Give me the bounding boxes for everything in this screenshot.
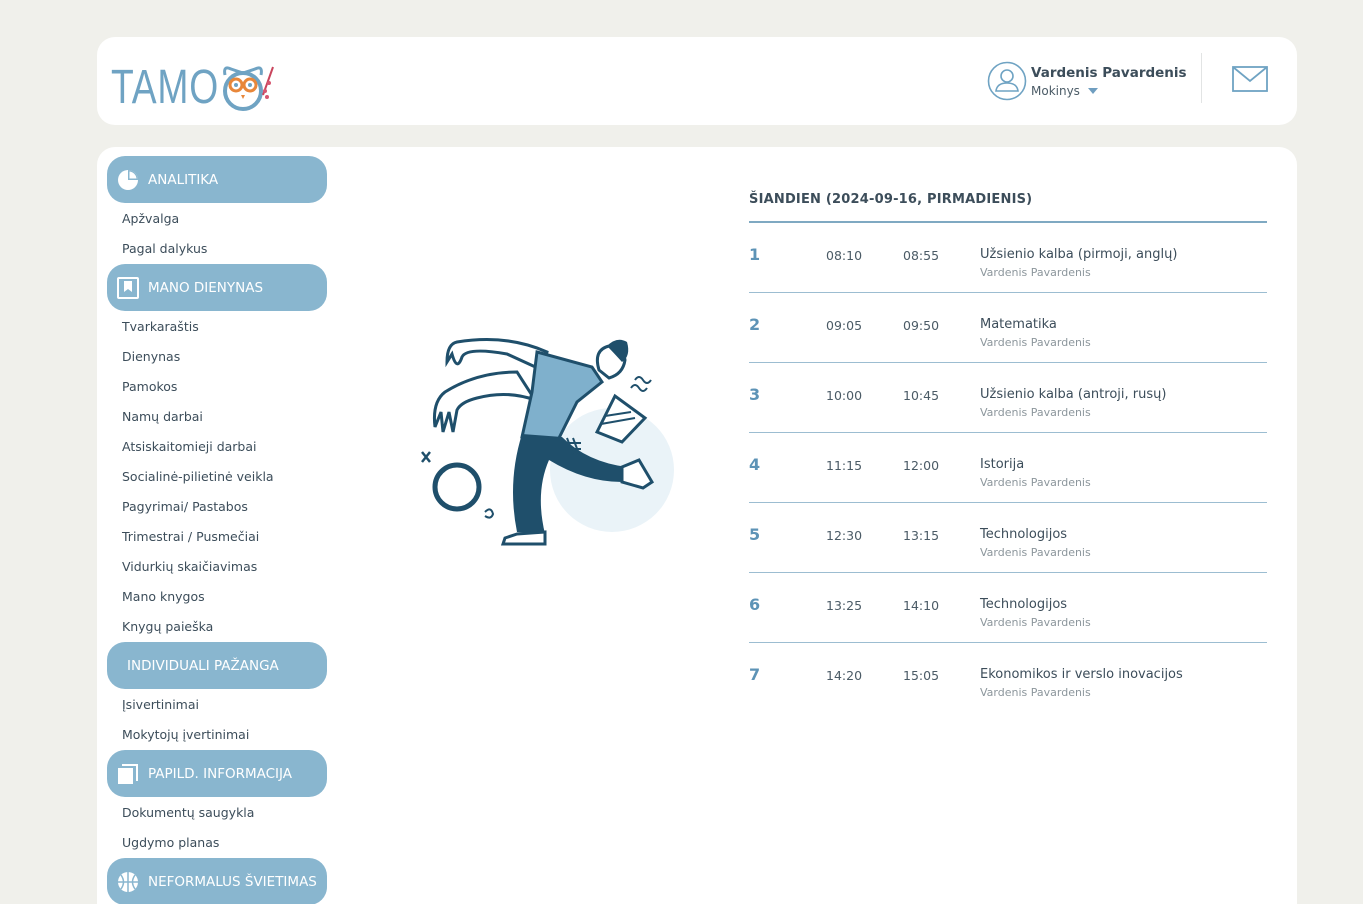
tamo-logo[interactable]: TAMO xyxy=(111,55,275,114)
lesson-start: 13:25 xyxy=(826,598,863,613)
schedule-title: ŠIANDIEN (2024-09-16, PIRMADIENIS) xyxy=(749,192,1033,207)
lesson-row[interactable]: 5 12:30 13:15 Technologijos Vardenis Pav… xyxy=(749,503,1267,573)
lesson-row[interactable]: 1 08:10 08:55 Užsienio kalba (pirmoji, a… xyxy=(749,223,1267,293)
lesson-number: 1 xyxy=(749,245,761,264)
lesson-start: 10:00 xyxy=(826,388,863,403)
lesson-end: 12:00 xyxy=(903,458,940,473)
lesson-number: 7 xyxy=(749,665,761,684)
sidebar-item-apzvalga[interactable]: Apžvalga xyxy=(107,204,327,234)
lesson-row[interactable]: 4 11:15 12:00 Istorija Vardenis Pavarden… xyxy=(749,433,1267,503)
lesson-teacher: Vardenis Pavardenis xyxy=(980,266,1091,279)
sidebar-item-socialine-pilietine-veikla[interactable]: Socialinė-pilietinė veikla xyxy=(107,462,327,492)
lesson-end: 08:55 xyxy=(903,248,940,263)
user-menu[interactable]: Vardenis Pavardenis Mokinys xyxy=(987,59,1187,103)
user-name: Vardenis Pavardenis xyxy=(1031,64,1187,81)
sidebar-item-dokumentu-saugykla[interactable]: Dokumentų saugykla xyxy=(107,798,327,828)
lesson-start: 08:10 xyxy=(826,248,863,263)
lesson-row[interactable]: 7 14:20 15:05 Ekonomikos ir verslo inova… xyxy=(749,643,1267,713)
lesson-subject: Matematika xyxy=(980,317,1057,332)
lesson-row[interactable]: 3 10:00 10:45 Užsienio kalba (antroji, r… xyxy=(749,363,1267,433)
lesson-start: 12:30 xyxy=(826,528,863,543)
lesson-teacher: Vardenis Pavardenis xyxy=(980,686,1091,699)
lesson-start: 14:20 xyxy=(826,668,863,683)
lesson-number: 4 xyxy=(749,455,761,474)
dancing-person-illustration xyxy=(421,338,674,546)
lesson-end: 13:15 xyxy=(903,528,940,543)
section-label: MANO DIENYNAS xyxy=(148,279,264,296)
lesson-number: 2 xyxy=(749,315,761,334)
section-label: NEFORMALUS ŠVIETIMAS xyxy=(148,873,317,890)
lesson-number: 6 xyxy=(749,595,761,614)
sidebar: ANALITIKA Apžvalga Pagal dalykus MANO DI… xyxy=(107,156,327,904)
sidebar-section-mano-dienynas[interactable]: MANO DIENYNAS xyxy=(107,264,327,311)
sidebar-item-isivertinimai[interactable]: Įsivertinimai xyxy=(107,690,327,720)
sidebar-item-tvarkarastis[interactable]: Tvarkaraštis xyxy=(107,312,327,342)
lesson-start: 09:05 xyxy=(826,318,863,333)
user-avatar-icon xyxy=(987,61,1027,101)
basketball-icon xyxy=(118,871,138,892)
lesson-number: 3 xyxy=(749,385,761,404)
section-label: INDIVIDUALI PAŽANGA xyxy=(127,657,279,674)
section-label: PAPILD. INFORMACIJA xyxy=(148,765,293,782)
bookmark-icon xyxy=(117,276,139,299)
lesson-teacher: Vardenis Pavardenis xyxy=(980,476,1091,489)
sidebar-item-mano-knygos[interactable]: Mano knygos xyxy=(107,582,327,612)
sidebar-section-analitika[interactable]: ANALITIKA xyxy=(107,156,327,203)
main-panel: ANALITIKA Apžvalga Pagal dalykus MANO DI… xyxy=(97,147,1297,904)
sidebar-item-dienynas[interactable]: Dienynas xyxy=(107,342,327,372)
chevron-down-icon[interactable] xyxy=(1087,87,1098,94)
lesson-subject: Užsienio kalba (pirmoji, anglų) xyxy=(980,247,1178,262)
sidebar-item-trimestrai-pusmeciai[interactable]: Trimestrai / Pusmečiai xyxy=(107,522,327,552)
lesson-end: 09:50 xyxy=(903,318,940,333)
mail-icon[interactable] xyxy=(1232,66,1268,92)
owl-icon xyxy=(223,66,274,111)
lesson-row[interactable]: 6 13:25 14:10 Technologijos Vardenis Pav… xyxy=(749,573,1267,643)
lesson-teacher: Vardenis Pavardenis xyxy=(980,546,1091,559)
user-role: Mokinys xyxy=(1031,83,1080,98)
lesson-end: 10:45 xyxy=(903,388,940,403)
sidebar-item-mokytoju-ivertinimai[interactable]: Mokytojų įvertinimai xyxy=(107,720,327,750)
section-label: ANALITIKA xyxy=(148,171,219,188)
lesson-row[interactable]: 2 09:05 09:50 Matematika Vardenis Pavard… xyxy=(749,293,1267,363)
lesson-subject: Technologijos xyxy=(980,527,1068,542)
lesson-end: 15:05 xyxy=(903,668,940,683)
header-divider xyxy=(1201,53,1202,103)
sidebar-item-vidurkiu-skaiciavimas[interactable]: Vidurkių skaičiavimas xyxy=(107,552,327,582)
logo-text: TAMO xyxy=(111,61,219,111)
lesson-number: 5 xyxy=(749,525,761,544)
lesson-end: 14:10 xyxy=(903,598,940,613)
sidebar-item-knygu-paieska[interactable]: Knygų paieška xyxy=(107,612,327,642)
lesson-subject: Užsienio kalba (antroji, rusų) xyxy=(980,387,1167,402)
today-schedule: ŠIANDIEN (2024-09-16, PIRMADIENIS) 1 08:… xyxy=(749,192,1267,713)
sidebar-item-ugdymo-planas[interactable]: Ugdymo planas xyxy=(107,828,327,858)
lesson-teacher: Vardenis Pavardenis xyxy=(980,406,1091,419)
sidebar-item-pagyrimai-pastabos[interactable]: Pagyrimai/ Pastabos xyxy=(107,492,327,522)
sidebar-section-papild-informacija[interactable]: PAPILD. INFORMACIJA xyxy=(107,750,327,797)
pie-chart-icon xyxy=(118,169,138,190)
lesson-start: 11:15 xyxy=(826,458,863,473)
sidebar-item-atsiskaitomieji-darbai[interactable]: Atsiskaitomieji darbai xyxy=(107,432,327,462)
sidebar-section-individuali-pazanga[interactable]: INDIVIDUALI PAŽANGA xyxy=(107,642,327,689)
sidebar-item-pagal-dalykus[interactable]: Pagal dalykus xyxy=(107,234,327,264)
copy-icon xyxy=(118,763,138,784)
sidebar-item-pamokos[interactable]: Pamokos xyxy=(107,372,327,402)
top-header: TAMO Vardenis Pavardenis Mokinys xyxy=(97,37,1297,125)
lesson-subject: Technologijos xyxy=(980,597,1068,612)
lesson-subject: Ekonomikos ir verslo inovacijos xyxy=(980,667,1183,682)
sidebar-section-neformalus-svietimas[interactable]: NEFORMALUS ŠVIETIMAS xyxy=(107,858,327,904)
lesson-teacher: Vardenis Pavardenis xyxy=(980,616,1091,629)
lesson-subject: Istorija xyxy=(980,457,1025,472)
sidebar-item-namu-darbai[interactable]: Namų darbai xyxy=(107,402,327,432)
lesson-teacher: Vardenis Pavardenis xyxy=(980,336,1091,349)
